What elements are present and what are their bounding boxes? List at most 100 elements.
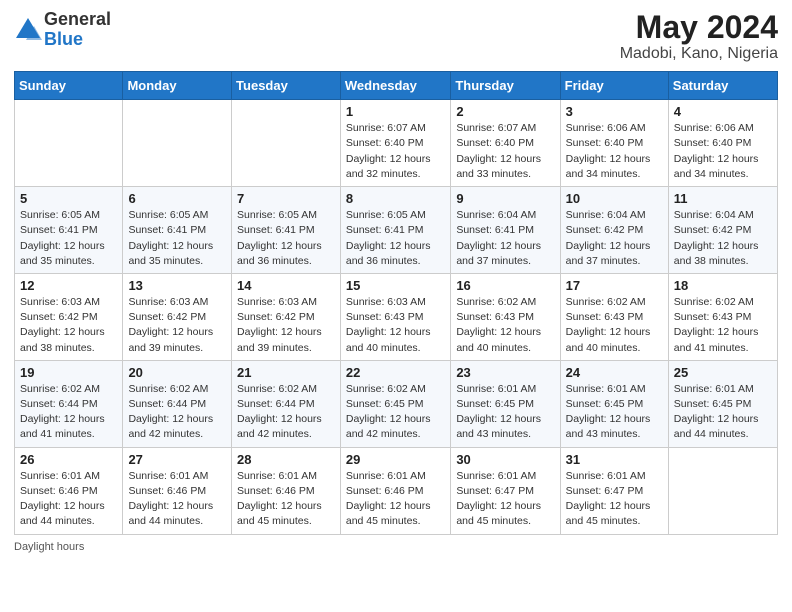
table-row: 11 Sunrise: 6:04 AM Sunset: 6:42 PM Dayli…	[668, 187, 777, 274]
day-info: Sunrise: 6:01 AM Sunset: 6:45 PM Dayligh…	[566, 382, 663, 443]
day-number: 24	[566, 365, 663, 380]
table-row: 15 Sunrise: 6:03 AM Sunset: 6:43 PM Dayli…	[340, 273, 450, 360]
table-row: 5Sunrise: 6:05 AM Sunset: 6:41 PM Daylig…	[15, 187, 123, 274]
table-row: 22 Sunrise: 6:02 AM Sunset: 6:45 PM Dayli…	[340, 360, 450, 447]
table-row: 24 Sunrise: 6:01 AM Sunset: 6:45 PM Dayli…	[560, 360, 668, 447]
col-sunday: Sunday	[15, 72, 123, 100]
table-row: 13Sunrise: 6:03 AM Sunset: 6:42 PM Dayli…	[123, 273, 232, 360]
table-row: 14 Sunrise: 6:03 AM Sunset: 6:42 PM Dayli…	[232, 273, 341, 360]
col-monday: Monday	[123, 72, 232, 100]
day-info: Sunrise: 6:02 AM Sunset: 6:45 PM Dayligh…	[346, 382, 445, 443]
col-tuesday: Tuesday	[232, 72, 341, 100]
calendar-week-row: 19 Sunrise: 6:02 AM Sunset: 6:44 PM Dayli…	[15, 360, 778, 447]
table-row: 9Sunrise: 6:04 AM Sunset: 6:41 PM Daylig…	[451, 187, 560, 274]
day-number: 9	[456, 191, 554, 206]
day-info: Sunrise: 6:03 AM Sunset: 6:43 PM Dayligh…	[346, 295, 445, 356]
day-number: 30	[456, 452, 554, 467]
table-row: 12 Sunrise: 6:03 AM Sunset: 6:42 PM Dayli…	[15, 273, 123, 360]
day-number: 19	[20, 365, 117, 380]
footer-note: Daylight hours	[14, 541, 778, 553]
daylight-hours-label: Daylight hours	[14, 541, 84, 553]
day-number: 5	[20, 191, 117, 206]
calendar-week-row: 12 Sunrise: 6:03 AM Sunset: 6:42 PM Dayli…	[15, 273, 778, 360]
table-row: 28Sunrise: 6:01 AM Sunset: 6:46 PM Dayli…	[232, 447, 341, 534]
day-info: Sunrise: 6:02 AM Sunset: 6:44 PM Dayligh…	[237, 382, 335, 443]
day-number: 15	[346, 278, 445, 293]
day-number: 4	[674, 104, 772, 119]
day-info: Sunrise: 6:01 AM Sunset: 6:46 PM Dayligh…	[346, 469, 445, 530]
day-info: Sunrise: 6:03 AM Sunset: 6:42 PM Dayligh…	[237, 295, 335, 356]
day-info: Sunrise: 6:03 AM Sunset: 6:42 PM Dayligh…	[20, 295, 117, 356]
logo-icon	[14, 16, 42, 44]
day-number: 27	[128, 452, 226, 467]
day-info: Sunrise: 6:04 AM Sunset: 6:42 PM Dayligh…	[674, 208, 772, 269]
page: General Blue May 2024 Madobi, Kano, Nige…	[0, 0, 792, 612]
day-number: 31	[566, 452, 663, 467]
calendar-header-row: Sunday Monday Tuesday Wednesday Thursday…	[15, 72, 778, 100]
day-number: 3	[566, 104, 663, 119]
col-saturday: Saturday	[668, 72, 777, 100]
table-row: 26Sunrise: 6:01 AM Sunset: 6:46 PM Dayli…	[15, 447, 123, 534]
day-number: 1	[346, 104, 445, 119]
table-row: 2Sunrise: 6:07 AM Sunset: 6:40 PM Daylig…	[451, 100, 560, 187]
table-row: 1 Sunrise: 6:07 AM Sunset: 6:40 PM Daylig…	[340, 100, 450, 187]
day-info: Sunrise: 6:02 AM Sunset: 6:43 PM Dayligh…	[674, 295, 772, 356]
day-info: Sunrise: 6:02 AM Sunset: 6:43 PM Dayligh…	[566, 295, 663, 356]
calendar-table: Sunday Monday Tuesday Wednesday Thursday…	[14, 71, 778, 534]
logo-text: General Blue	[44, 10, 111, 50]
logo: General Blue	[14, 10, 111, 50]
day-info: Sunrise: 6:02 AM Sunset: 6:43 PM Dayligh…	[456, 295, 554, 356]
day-number: 11	[674, 191, 772, 206]
day-number: 12	[20, 278, 117, 293]
table-row: 23Sunrise: 6:01 AM Sunset: 6:45 PM Dayli…	[451, 360, 560, 447]
table-row: 7 Sunrise: 6:05 AM Sunset: 6:41 PM Daylig…	[232, 187, 341, 274]
day-info: Sunrise: 6:01 AM Sunset: 6:47 PM Dayligh…	[456, 469, 554, 530]
day-info: Sunrise: 6:07 AM Sunset: 6:40 PM Dayligh…	[456, 121, 554, 182]
day-info: Sunrise: 6:01 AM Sunset: 6:45 PM Dayligh…	[674, 382, 772, 443]
day-number: 17	[566, 278, 663, 293]
table-row	[123, 100, 232, 187]
logo-general-text: General	[44, 10, 111, 30]
day-number: 8	[346, 191, 445, 206]
table-row: 31 Sunrise: 6:01 AM Sunset: 6:47 PM Dayli…	[560, 447, 668, 534]
day-number: 14	[237, 278, 335, 293]
day-info: Sunrise: 6:05 AM Sunset: 6:41 PM Dayligh…	[237, 208, 335, 269]
calendar-week-row: 26Sunrise: 6:01 AM Sunset: 6:46 PM Dayli…	[15, 447, 778, 534]
day-info: Sunrise: 6:07 AM Sunset: 6:40 PM Dayligh…	[346, 121, 445, 182]
table-row: 27Sunrise: 6:01 AM Sunset: 6:46 PM Dayli…	[123, 447, 232, 534]
col-thursday: Thursday	[451, 72, 560, 100]
day-number: 29	[346, 452, 445, 467]
day-info: Sunrise: 6:04 AM Sunset: 6:42 PM Dayligh…	[566, 208, 663, 269]
day-number: 21	[237, 365, 335, 380]
title-month: May 2024	[620, 10, 778, 45]
day-number: 20	[128, 365, 226, 380]
day-number: 23	[456, 365, 554, 380]
table-row: 20 Sunrise: 6:02 AM Sunset: 6:44 PM Dayli…	[123, 360, 232, 447]
table-row: 3 Sunrise: 6:06 AM Sunset: 6:40 PM Daylig…	[560, 100, 668, 187]
table-row: 4 Sunrise: 6:06 AM Sunset: 6:40 PM Daylig…	[668, 100, 777, 187]
day-info: Sunrise: 6:02 AM Sunset: 6:44 PM Dayligh…	[128, 382, 226, 443]
day-number: 10	[566, 191, 663, 206]
day-info: Sunrise: 6:01 AM Sunset: 6:46 PM Dayligh…	[20, 469, 117, 530]
table-row	[668, 447, 777, 534]
day-info: Sunrise: 6:01 AM Sunset: 6:47 PM Dayligh…	[566, 469, 663, 530]
table-row: 8Sunrise: 6:05 AM Sunset: 6:41 PM Daylig…	[340, 187, 450, 274]
table-row: 30 Sunrise: 6:01 AM Sunset: 6:47 PM Dayli…	[451, 447, 560, 534]
col-wednesday: Wednesday	[340, 72, 450, 100]
table-row: 16Sunrise: 6:02 AM Sunset: 6:43 PM Dayli…	[451, 273, 560, 360]
table-row: 29 Sunrise: 6:01 AM Sunset: 6:46 PM Dayli…	[340, 447, 450, 534]
table-row	[232, 100, 341, 187]
calendar-week-row: 5 Sunrise: 6:05 AM Sunset: 6:41 PM Daylig…	[15, 187, 778, 274]
logo-blue-text: Blue	[44, 30, 111, 50]
day-number: 25	[674, 365, 772, 380]
day-info: Sunrise: 6:06 AM Sunset: 6:40 PM Dayligh…	[566, 121, 663, 182]
table-row: 10 Sunrise: 6:04 AM Sunset: 6:42 PM Dayli…	[560, 187, 668, 274]
day-number: 22	[346, 365, 445, 380]
day-number: 28	[237, 452, 335, 467]
day-info: Sunrise: 6:02 AM Sunset: 6:44 PM Dayligh…	[20, 382, 117, 443]
table-row: 25 Sunrise: 6:01 AM Sunset: 6:45 PM Dayli…	[668, 360, 777, 447]
day-info: Sunrise: 6:05 AM Sunset: 6:41 PM Dayligh…	[128, 208, 226, 269]
header: General Blue May 2024 Madobi, Kano, Nige…	[14, 10, 778, 63]
day-info: Sunrise: 6:06 AM Sunset: 6:40 PM Dayligh…	[674, 121, 772, 182]
day-number: 7	[237, 191, 335, 206]
